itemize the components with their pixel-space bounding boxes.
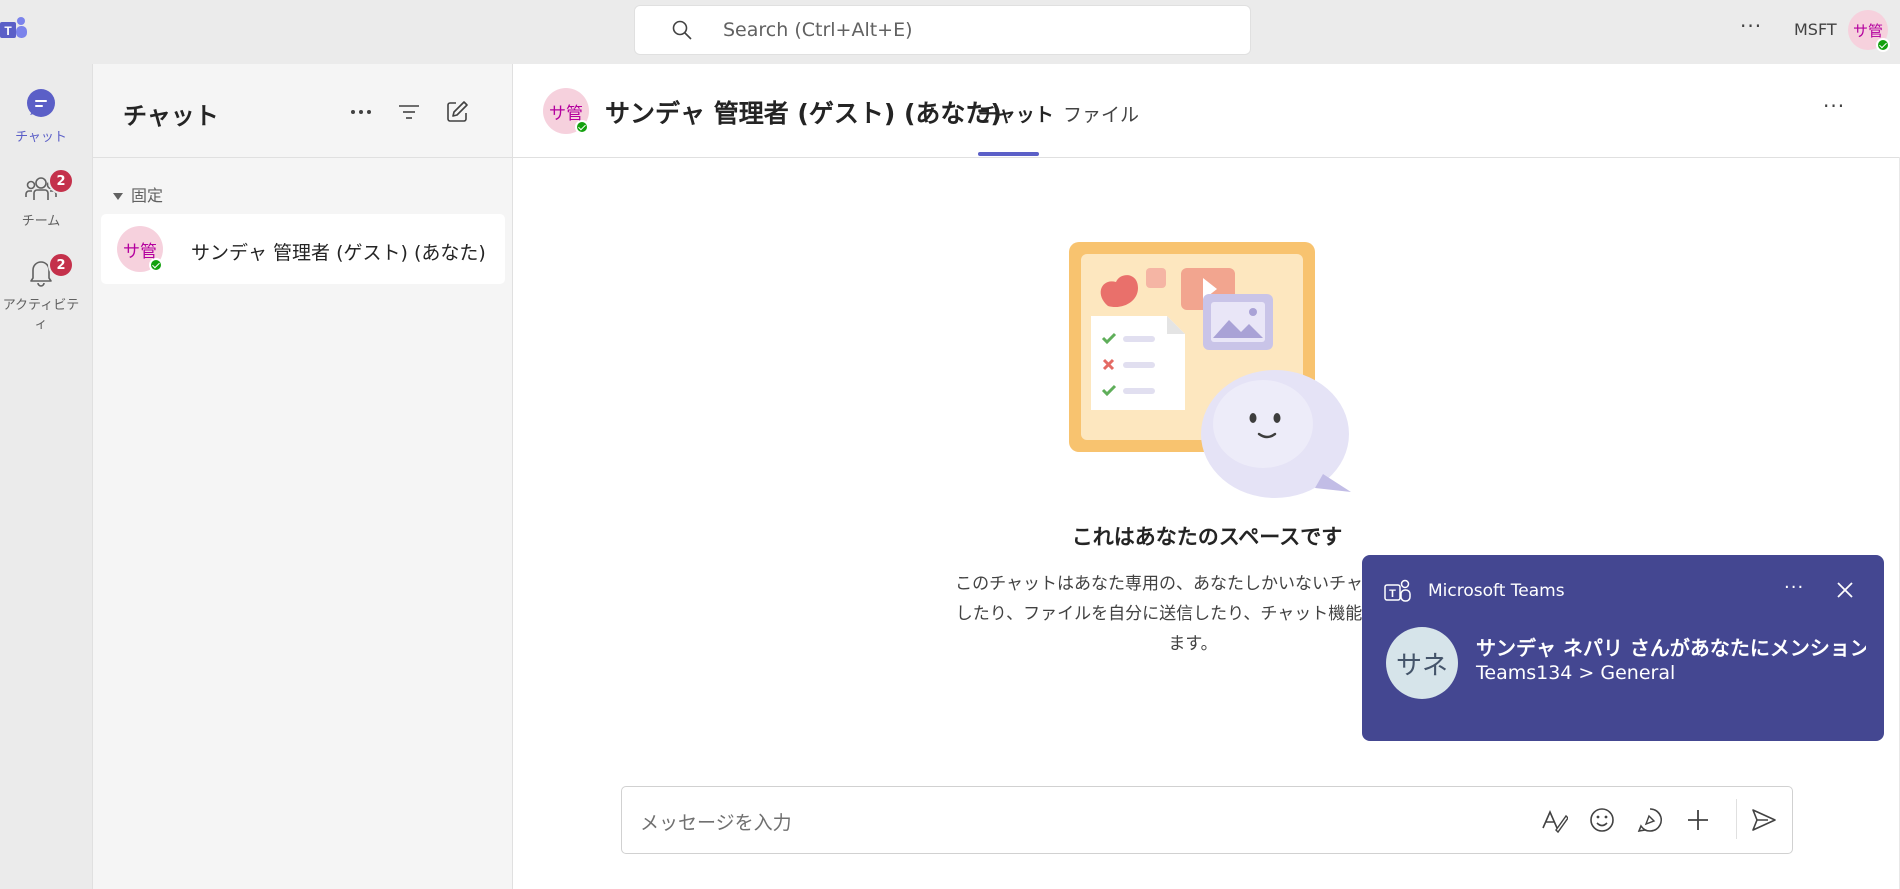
profile-avatar[interactable]: サ管 [1848, 10, 1890, 52]
send-icon[interactable] [1750, 806, 1778, 834]
conversation-title: サンデャ 管理者 (ゲスト) (あなた) [605, 99, 1002, 128]
empty-state-illustration [1069, 242, 1351, 498]
filter-button[interactable] [395, 98, 423, 126]
pinned-section-label: 固定 [131, 186, 164, 205]
rail-item-activity[interactable]: 2 アクティビティ [0, 242, 82, 332]
presence-available-icon [1876, 38, 1890, 52]
empty-state-title: これはあなたのスペースです [1071, 525, 1343, 549]
composer-placeholder: メッセージを入力 [640, 812, 792, 834]
chat-item-name: サンデャ 管理者 (ゲスト) (あなた) [191, 242, 486, 264]
teams-app-icon: T [1384, 579, 1411, 602]
notification-toast[interactable]: T Microsoft Teams ··· サネ サンデャ ネパリ さんがあなた… [1362, 555, 1884, 741]
rail-item-teams[interactable]: 2 チーム [0, 158, 82, 238]
chat-list-more-button[interactable] [347, 98, 375, 126]
filter-icon [399, 105, 419, 119]
presence-available-icon [575, 120, 589, 134]
conversation-avatar[interactable]: サ管 [543, 88, 589, 134]
search-placeholder: Search (Ctrl+Alt+E) [723, 19, 913, 41]
teams-logo-icon[interactable]: T [0, 16, 28, 42]
rail-item-chat[interactable]: チャット [0, 74, 82, 154]
toast-title: サンデャ ネパリ さんがあなたにメンションし... [1476, 636, 1866, 660]
more-icon [351, 110, 371, 114]
toast-app-name: Microsoft Teams [1428, 581, 1565, 601]
chat-icon [27, 89, 55, 117]
rail-label-activity: アクティビティ [2, 298, 80, 332]
divider [93, 157, 513, 158]
compose-icon [447, 101, 468, 122]
tab-chat[interactable]: チャット [978, 100, 1054, 127]
conversation-pane: サ管 サンデャ 管理者 (ゲスト) (あなた) チャット ファイル ··· これ… [512, 64, 1900, 889]
profile-avatar-initials: サ管 [1852, 21, 1883, 40]
conversation-more-button[interactable]: ··· [1823, 94, 1845, 118]
close-icon[interactable] [1832, 577, 1858, 603]
caret-down-icon [113, 193, 123, 200]
chat-list-title: チャット [123, 102, 219, 130]
toast-sender-avatar: サネ [1386, 627, 1458, 699]
org-name[interactable]: MSFT [1794, 20, 1837, 39]
toast-more-button[interactable]: ··· [1784, 577, 1804, 598]
chat-list-pane: チャット 固定 サ管 サンデャ 管理者 (ゲスト) (あなた) [92, 64, 513, 889]
svg-text:T: T [1389, 588, 1396, 600]
search-icon [672, 20, 692, 40]
new-chat-button[interactable] [443, 98, 471, 126]
presence-available-icon [149, 258, 163, 272]
more-options-button[interactable]: ··· [1740, 14, 1762, 38]
teams-badge: 2 [48, 168, 74, 194]
activity-badge: 2 [48, 252, 74, 278]
title-bar: T Search (Ctrl+Alt+E) ··· MSFT サ管 [0, 0, 1900, 64]
tab-files[interactable]: ファイル [1063, 100, 1139, 127]
app-rail: チャット 2 チーム 2 アクティビティ [0, 64, 82, 889]
chat-list-item[interactable]: サ管 サンデャ 管理者 (ゲスト) (あなた) [101, 214, 505, 284]
emoji-icon[interactable] [1588, 806, 1616, 834]
message-composer[interactable]: メッセージを入力 [621, 786, 1793, 854]
svg-text:T: T [4, 24, 12, 38]
loop-icon[interactable] [1636, 806, 1664, 834]
conversation-header: サ管 サンデャ 管理者 (ゲスト) (あなた) チャット ファイル ··· [513, 64, 1900, 158]
plus-icon[interactable] [1684, 806, 1712, 834]
search-box[interactable]: Search (Ctrl+Alt+E) [635, 6, 1250, 54]
pinned-section-header[interactable]: 固定 [113, 182, 163, 206]
chat-item-avatar: サ管 [117, 226, 163, 272]
active-tab-indicator [978, 152, 1039, 156]
rail-label-chat: チャット [15, 130, 67, 145]
toast-subtitle: Teams134 > General [1476, 662, 1676, 684]
toast-sender-initials: サネ [1395, 650, 1448, 681]
rail-label-teams: チーム [21, 214, 61, 229]
composer-separator [1736, 799, 1737, 839]
format-icon[interactable] [1540, 806, 1568, 834]
